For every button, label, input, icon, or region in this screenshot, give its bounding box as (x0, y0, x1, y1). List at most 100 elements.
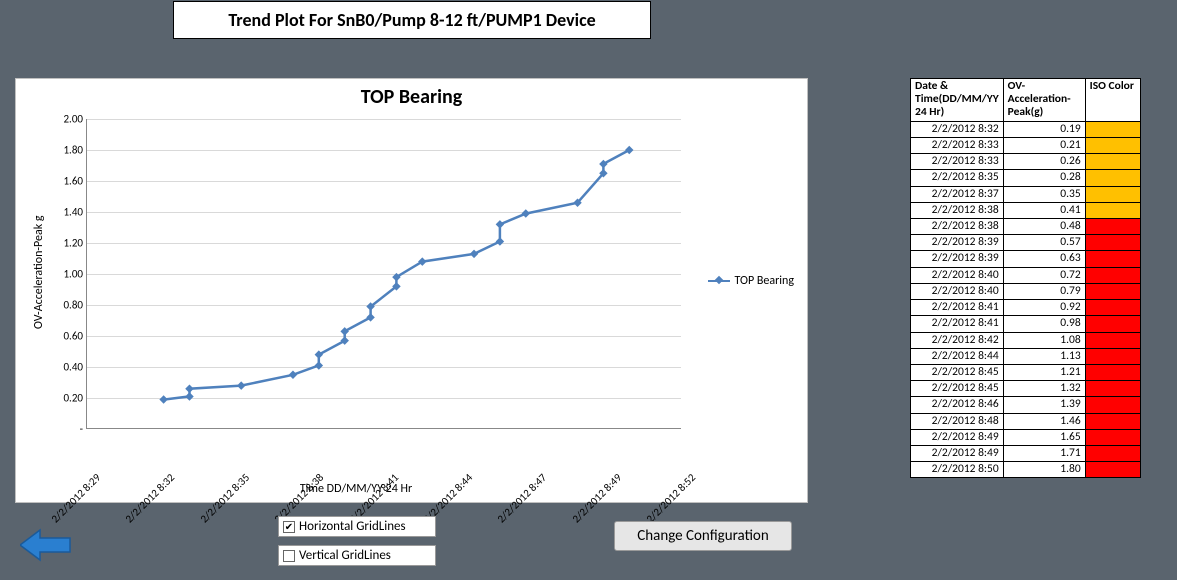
cell-iso-color (1085, 364, 1140, 380)
cell-value: 0.19 (1003, 121, 1085, 137)
chart-panel: TOP Bearing -0.200.400.600.801.001.201.4… (15, 78, 808, 503)
cell-iso-color (1085, 170, 1140, 186)
table-header-iso: ISO Color (1085, 79, 1140, 122)
change-configuration-label: Change Configuration (637, 527, 768, 545)
table-header-datetime: Date & Time(DD/MM/YY 24 Hr) (911, 79, 1004, 122)
legend-label: TOP Bearing (734, 274, 794, 288)
table-row: 2/2/2012 8:441.13 (911, 348, 1141, 364)
cell-iso-color (1085, 121, 1140, 137)
table-row: 2/2/2012 8:400.79 (911, 283, 1141, 299)
cell-datetime: 2/2/2012 8:33 (911, 137, 1004, 153)
vertical-gridlines-checkbox[interactable]: Vertical GridLines (278, 545, 436, 566)
cell-value: 1.46 (1003, 413, 1085, 429)
table-row: 2/2/2012 8:330.26 (911, 154, 1141, 170)
cell-datetime: 2/2/2012 8:37 (911, 186, 1004, 202)
table-row: 2/2/2012 8:461.39 (911, 397, 1141, 413)
table-row: 2/2/2012 8:350.28 (911, 170, 1141, 186)
cell-datetime: 2/2/2012 8:45 (911, 364, 1004, 380)
cell-datetime: 2/2/2012 8:46 (911, 397, 1004, 413)
cell-iso-color (1085, 202, 1140, 218)
cell-datetime: 2/2/2012 8:41 (911, 316, 1004, 332)
x-axis-label: Time DD/MM/YY 24 Hr (16, 482, 696, 496)
cell-datetime: 2/2/2012 8:33 (911, 154, 1004, 170)
change-configuration-button[interactable]: Change Configuration (614, 521, 792, 551)
cell-value: 1.32 (1003, 381, 1085, 397)
cell-value: 0.21 (1003, 137, 1085, 153)
y-tick-label: 1.40 (45, 206, 83, 219)
cell-iso-color (1085, 316, 1140, 332)
cell-iso-color (1085, 154, 1140, 170)
y-tick-label: - (45, 423, 83, 436)
cell-datetime: 2/2/2012 8:41 (911, 300, 1004, 316)
cell-iso-color (1085, 251, 1140, 267)
table-row: 2/2/2012 8:410.98 (911, 316, 1141, 332)
cell-value: 0.57 (1003, 235, 1085, 251)
cell-iso-color (1085, 397, 1140, 413)
y-tick-label: 1.20 (45, 237, 83, 250)
data-point-marker (496, 237, 504, 245)
checkbox-icon (283, 550, 295, 562)
cell-datetime: 2/2/2012 8:40 (911, 267, 1004, 283)
chart-title: TOP Bearing (16, 85, 807, 109)
y-tick-label: 1.60 (45, 175, 83, 188)
horizontal-gridlines-checkbox[interactable]: ✔ Horizontal GridLines (278, 516, 436, 537)
chart-legend: TOP Bearing (708, 274, 794, 288)
table-row: 2/2/2012 8:330.21 (911, 137, 1141, 153)
chart-series (86, 119, 681, 429)
cell-value: 1.13 (1003, 348, 1085, 364)
y-tick-label: 1.80 (45, 144, 83, 157)
table-row: 2/2/2012 8:491.65 (911, 429, 1141, 445)
table-row: 2/2/2012 8:320.19 (911, 121, 1141, 137)
data-point-marker (496, 220, 504, 228)
cell-datetime: 2/2/2012 8:39 (911, 235, 1004, 251)
checkbox-icon: ✔ (283, 521, 295, 533)
y-tick-label: 0.40 (45, 361, 83, 374)
cell-value: 1.65 (1003, 429, 1085, 445)
cell-iso-color (1085, 462, 1140, 478)
cell-datetime: 2/2/2012 8:44 (911, 348, 1004, 364)
cell-value: 0.26 (1003, 154, 1085, 170)
cell-iso-color (1085, 429, 1140, 445)
cell-datetime: 2/2/2012 8:40 (911, 283, 1004, 299)
cell-iso-color (1085, 137, 1140, 153)
cell-iso-color (1085, 218, 1140, 234)
cell-datetime: 2/2/2012 8:45 (911, 381, 1004, 397)
cell-datetime: 2/2/2012 8:38 (911, 202, 1004, 218)
table-row: 2/2/2012 8:410.92 (911, 300, 1141, 316)
cell-iso-color (1085, 413, 1140, 429)
cell-iso-color (1085, 267, 1140, 283)
table-row: 2/2/2012 8:451.21 (911, 364, 1141, 380)
data-point-marker (315, 361, 323, 369)
table-header-row: Date & Time(DD/MM/YY 24 Hr) OV-Accelerat… (911, 79, 1141, 122)
cell-iso-color (1085, 381, 1140, 397)
y-tick-label: 0.80 (45, 299, 83, 312)
table-row: 2/2/2012 8:501.80 (911, 462, 1141, 478)
table-row: 2/2/2012 8:390.57 (911, 235, 1141, 251)
table-row: 2/2/2012 8:451.32 (911, 381, 1141, 397)
cell-value: 0.28 (1003, 170, 1085, 186)
cell-iso-color (1085, 332, 1140, 348)
back-button[interactable] (20, 528, 72, 562)
table-row: 2/2/2012 8:380.48 (911, 218, 1141, 234)
gridline-controls: ✔ Horizontal GridLines Vertical GridLine… (278, 516, 436, 574)
cell-datetime: 2/2/2012 8:32 (911, 121, 1004, 137)
cell-value: 0.92 (1003, 300, 1085, 316)
data-point-marker (237, 381, 245, 389)
y-tick-label: 0.20 (45, 392, 83, 405)
data-point-marker (185, 392, 193, 400)
cell-value: 0.98 (1003, 316, 1085, 332)
cell-iso-color (1085, 348, 1140, 364)
data-point-marker (289, 371, 297, 379)
page-title-text: Trend Plot For SnB0/Pump 8-12 ft/PUMP1 D… (228, 9, 595, 31)
cell-datetime: 2/2/2012 8:49 (911, 446, 1004, 462)
table-body: 2/2/2012 8:320.192/2/2012 8:330.212/2/20… (911, 121, 1141, 478)
cell-iso-color (1085, 186, 1140, 202)
cell-value: 0.79 (1003, 283, 1085, 299)
table-row: 2/2/2012 8:400.72 (911, 267, 1141, 283)
cell-datetime: 2/2/2012 8:38 (911, 218, 1004, 234)
data-point-marker (522, 209, 530, 217)
table-row: 2/2/2012 8:491.71 (911, 446, 1141, 462)
legend-marker-icon (708, 280, 730, 282)
y-tick-label: 1.00 (45, 268, 83, 281)
y-tick-label: 2.00 (45, 113, 83, 126)
